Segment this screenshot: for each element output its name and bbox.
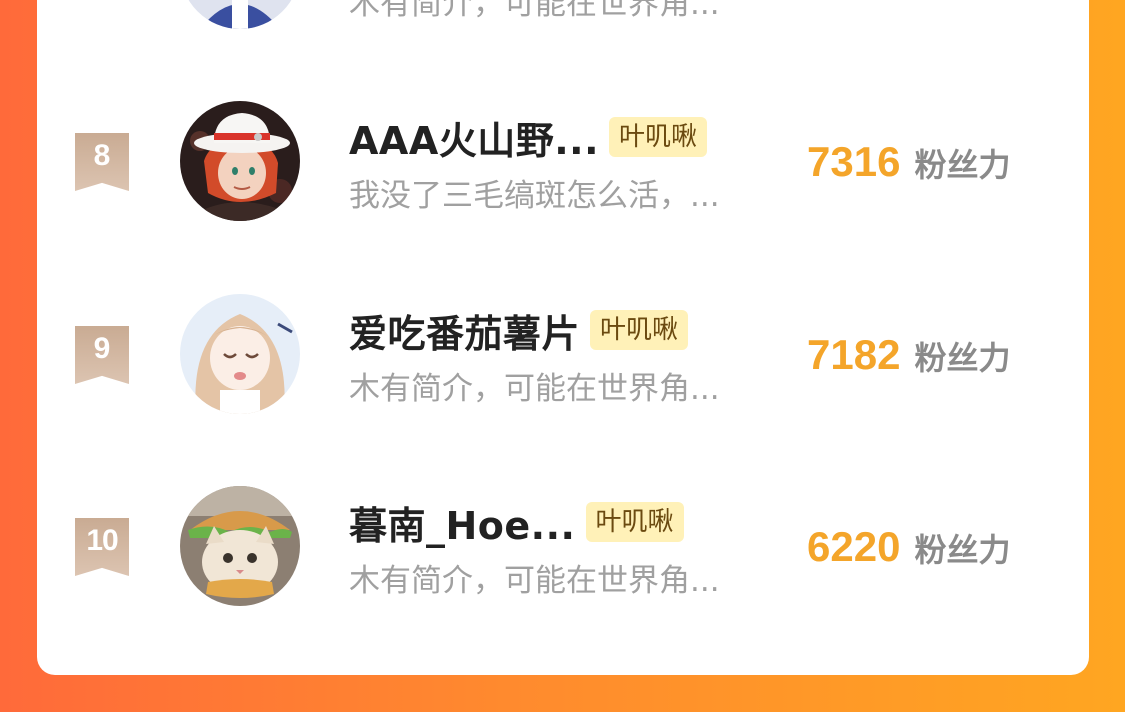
user-tag: 叶叽啾: [609, 117, 708, 157]
fan-power-value: 7182: [807, 331, 901, 378]
avatar[interactable]: [180, 0, 300, 29]
avatar-anime-blue-icon: [180, 0, 300, 29]
fan-power: 7316 粉丝力: [807, 138, 1010, 186]
user-name[interactable]: 爱吃番茄薯片: [349, 303, 580, 358]
rank-badge: 9: [75, 326, 129, 384]
name-line: 爱吃番茄薯片 叶叽啾: [349, 303, 689, 358]
user-bio: 木有简介，可能在世界角...: [349, 0, 720, 22]
ranking-row-7[interactable]: 木有简介，可能在世界角...: [37, 0, 1089, 48]
name-line: 暮南_Hoe... 叶叽啾: [349, 495, 684, 550]
user-bio: 我没了三毛缟斑怎么活，...: [349, 178, 720, 214]
fan-power-label: 粉丝力: [914, 339, 1011, 377]
avatar-anime-girl-icon: [180, 294, 300, 414]
fan-power-value: 6220: [807, 523, 901, 570]
avatar-cat-burger-icon: [180, 486, 300, 606]
ranking-row-8[interactable]: 8 AAA火山野... 叶叽啾 我没了三毛缟斑怎么活，... 7316 粉丝力: [37, 100, 1089, 240]
avatar[interactable]: [180, 101, 300, 221]
fan-power-label: 粉丝力: [914, 531, 1011, 569]
user-tag: 叶叽啾: [585, 502, 684, 542]
user-name[interactable]: 暮南_Hoe...: [349, 495, 576, 550]
user-tag: 叶叽啾: [590, 310, 689, 350]
rank-badge: 10: [75, 518, 129, 576]
user-bio: 木有简介，可能在世界角...: [349, 371, 720, 407]
user-name[interactable]: AAA火山野...: [349, 110, 599, 165]
rank-badge: 8: [75, 133, 129, 191]
fan-power: 6220 粉丝力: [807, 523, 1010, 571]
ranking-row-9[interactable]: 9 爱吃番茄薯片 叶叽啾 木有简介，可能在世界角... 7182 粉丝力: [37, 293, 1089, 433]
avatar[interactable]: [180, 294, 300, 414]
ranking-card: 木有简介，可能在世界角... 8 AAA火山野... 叶叽啾 我没了三毛缟斑怎么…: [37, 0, 1089, 675]
user-bio: 木有简介，可能在世界角...: [349, 563, 720, 599]
avatar[interactable]: [180, 486, 300, 606]
fan-power-value: 7316: [807, 138, 901, 185]
fan-power: 7182 粉丝力: [807, 331, 1010, 379]
ranking-row-10[interactable]: 10 暮南_Hoe... 叶叽啾 木有简介，可能在世界角... 6220 粉丝力: [37, 485, 1089, 625]
fan-power-label: 粉丝力: [914, 146, 1011, 184]
name-line: AAA火山野... 叶叽啾: [349, 110, 708, 165]
avatar-red-hair-white-hat-icon: [180, 101, 300, 221]
